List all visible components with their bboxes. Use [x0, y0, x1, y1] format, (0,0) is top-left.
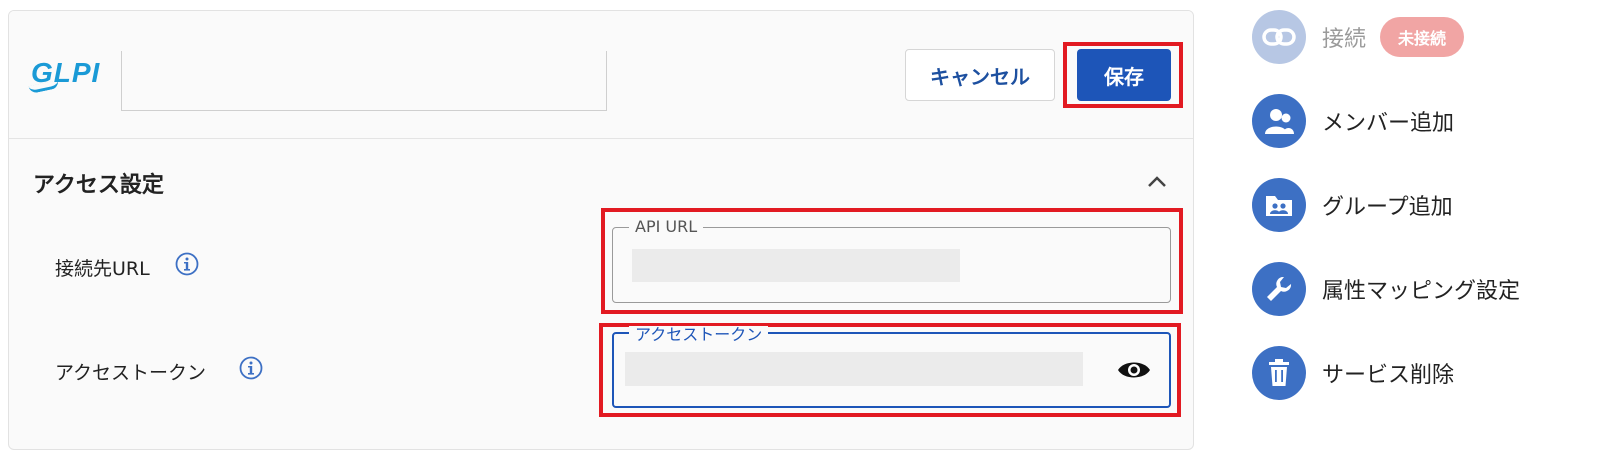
link-icon: [1252, 10, 1306, 64]
settings-card: GLPI キャンセル 保存 アクセス設定 接続先URL API URL アクセス…: [8, 10, 1194, 450]
sidebar-item-label: サービス削除: [1322, 363, 1455, 388]
sidebar-item-label: グループ追加: [1322, 195, 1453, 220]
sidebar-item-label: 接続: [1322, 27, 1367, 52]
endpoint-url-label: 接続先URL: [55, 258, 150, 280]
sidebar-item-delete-service[interactable]: サービス削除: [1252, 346, 1454, 400]
save-button[interactable]: 保存: [1077, 49, 1171, 101]
access-token-value-redacted: [625, 352, 1083, 386]
info-icon[interactable]: [239, 356, 263, 380]
trash-icon: [1252, 346, 1306, 400]
sidebar-item-attribute-mapping[interactable]: 属性マッピング設定: [1252, 262, 1520, 316]
api-url-value-redacted: [632, 249, 960, 282]
users-icon: [1252, 94, 1306, 148]
status-badge: 未接続: [1380, 17, 1465, 57]
sidebar-item-add-group[interactable]: グループ追加: [1252, 178, 1453, 232]
eye-icon[interactable]: [1116, 358, 1152, 382]
access-token-legend: アクセストークン: [629, 326, 769, 344]
sidebar-item-label: メンバー追加: [1322, 111, 1455, 136]
api-url-legend: API URL: [629, 218, 704, 236]
chevron-up-icon[interactable]: [1145, 171, 1169, 191]
sidebar-item-connect[interactable]: 接続 未接続: [1252, 10, 1465, 64]
sidebar-item-label: 属性マッピング設定: [1322, 279, 1521, 304]
wrench-icon: [1252, 262, 1306, 316]
sidebar-item-add-member[interactable]: メンバー追加: [1252, 94, 1454, 148]
group-folder-icon: [1252, 178, 1306, 232]
cancel-button[interactable]: キャンセル: [905, 49, 1055, 101]
access-token-label: アクセストークン: [55, 362, 207, 384]
info-icon[interactable]: [175, 252, 199, 276]
previous-field[interactable]: [121, 51, 607, 111]
section-title: アクセス設定: [33, 173, 164, 198]
card-header: GLPI キャンセル 保存: [9, 11, 1193, 139]
